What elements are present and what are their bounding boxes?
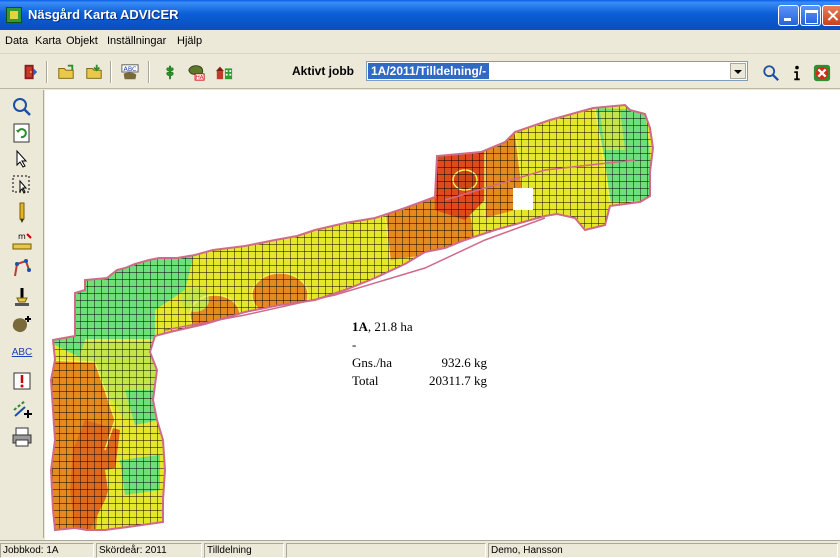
svg-text:HA: HA: [196, 75, 204, 81]
total-value: 20311.7 kg: [428, 373, 487, 388]
abc-text-tool[interactable]: ABC: [11, 342, 33, 364]
save-folder-icon[interactable]: [82, 60, 106, 84]
field-id: 1A: [352, 319, 368, 334]
field-dash: -: [352, 337, 357, 352]
polygon-edit-icon[interactable]: [11, 258, 33, 280]
menu-karta[interactable]: Karta: [35, 35, 61, 47]
menu-objekt[interactable]: Objekt: [66, 35, 98, 47]
exit-door-icon[interactable]: [18, 60, 42, 84]
toolbar-separator: [148, 61, 150, 83]
measure-icon[interactable]: m: [11, 230, 33, 252]
toolbar-separator: [46, 61, 48, 83]
status-type: Tilldelning: [204, 543, 284, 558]
field-application-map: [50, 104, 654, 531]
field-hole: [513, 188, 533, 210]
status-jobbkod: Jobbkod: 1A: [0, 543, 94, 558]
total-row: Total 20311.7 kg: [352, 372, 487, 390]
minimize-button[interactable]: [778, 5, 799, 26]
select-box-icon[interactable]: [11, 174, 33, 196]
title-bar: Näsgård Karta ADVICER: [0, 0, 840, 30]
window-title: Näsgård Karta ADVICER: [28, 7, 179, 22]
farm-buildings-icon[interactable]: [212, 60, 236, 84]
average-row: Gns./ha 932.6 kg: [352, 354, 487, 372]
printer-icon[interactable]: [11, 426, 33, 448]
active-job-value: 1A/2011/Tilldelning/-: [368, 63, 490, 79]
add-line-icon[interactable]: [11, 398, 33, 420]
active-job-select[interactable]: 1A/2011/Tilldelning/-: [366, 61, 748, 81]
pointer-arrow-icon[interactable]: [11, 148, 33, 170]
status-skordear: Skördeår: 2011: [96, 543, 202, 558]
menu-installningar[interactable]: Inställningar: [107, 35, 166, 47]
map-canvas[interactable]: 1A, 21.8 ha - Gns./ha 932.6 kg Total 203…: [45, 90, 840, 540]
average-value: 932.6 kg: [441, 355, 488, 370]
app-icon: [6, 7, 22, 23]
average-label: Gns./ha: [352, 355, 393, 370]
add-area-icon[interactable]: [11, 314, 33, 336]
active-job-label: Aktivt jobb: [292, 64, 354, 78]
menu-bar: Data Karta Objekt Inställningar Hjälp: [0, 30, 840, 54]
sampling-probe-icon[interactable]: [11, 286, 33, 308]
left-toolbar: m ABC: [0, 90, 44, 538]
marker-note-icon[interactable]: [11, 370, 33, 392]
search-icon[interactable]: [759, 61, 783, 85]
open-folder-icon[interactable]: [54, 60, 78, 84]
pencil-icon[interactable]: [11, 202, 33, 224]
chevron-down-icon[interactable]: [730, 63, 746, 79]
toolbar-separator: [110, 61, 112, 83]
zoom-icon[interactable]: [11, 96, 33, 118]
close-button[interactable]: [822, 5, 840, 26]
svg-text:m: m: [18, 232, 26, 241]
menu-hjalp[interactable]: Hjälp: [177, 35, 202, 47]
refresh-icon[interactable]: [11, 122, 33, 144]
crop-plant-icon[interactable]: [158, 60, 182, 84]
status-bar: Jobbkod: 1A Skördeår: 2011 Tilldelning D…: [0, 540, 840, 558]
status-user: Demo, Hansson: [488, 543, 838, 558]
total-label: Total: [352, 373, 379, 388]
field-info-panel: 1A, 21.8 ha - Gns./ha 932.6 kg Total 203…: [352, 318, 487, 390]
maximize-button[interactable]: [800, 5, 821, 26]
status-empty: [286, 543, 486, 558]
field-name-row: 1A, 21.8 ha: [352, 318, 413, 336]
svg-text:ABC: ABC: [124, 66, 138, 73]
menu-data[interactable]: Data: [5, 35, 28, 47]
app-window: Näsgård Karta ADVICER Data Karta Objekt …: [0, 0, 840, 558]
info-icon[interactable]: [785, 61, 809, 85]
abc-label-icon[interactable]: ABC: [118, 60, 142, 84]
field-area: , 21.8 ha: [367, 319, 413, 334]
field-area-icon[interactable]: HA: [184, 60, 208, 84]
delete-red-x-icon[interactable]: [810, 61, 834, 85]
